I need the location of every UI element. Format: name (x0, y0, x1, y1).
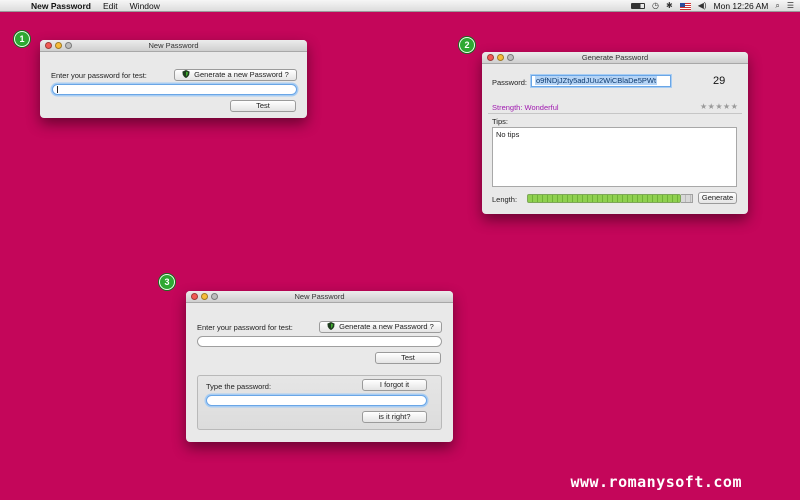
notification-list-icon[interactable]: ☰ (787, 2, 794, 10)
bluetooth-icon[interactable]: ✱ (666, 2, 673, 10)
strength-text: Strength: Wonderful (492, 103, 559, 112)
minimize-icon[interactable] (55, 42, 62, 49)
window-titlebar[interactable]: New Password (186, 291, 453, 303)
length-label: Length: (492, 195, 518, 204)
tips-text-area[interactable]: No tips (492, 127, 737, 187)
window-title: New Password (148, 41, 199, 50)
generate-password-label: Generate a new Password ? (339, 322, 434, 331)
window-new-password-1: New Password Enter your password for tes… (40, 40, 307, 118)
close-icon[interactable] (487, 54, 494, 61)
window-controls (45, 42, 72, 49)
test-button[interactable]: Test (230, 100, 296, 112)
password-label: Password: (492, 78, 528, 87)
time-machine-icon[interactable]: ◷ (652, 2, 659, 10)
watermark-url: www.romanysoft.com (570, 473, 742, 491)
zoom-icon[interactable] (507, 54, 514, 61)
window-title: New Password (294, 292, 345, 301)
length-slider[interactable] (527, 194, 681, 203)
minimize-icon[interactable] (201, 293, 208, 300)
window-title: Generate Password (581, 53, 649, 62)
step-badge-2: 2 (459, 37, 475, 53)
window-generate-password: Generate Password Password: o9fNDjJZty5a… (482, 52, 748, 214)
text-caret (57, 86, 58, 93)
close-icon[interactable] (191, 293, 198, 300)
step-badge-1: 1 (14, 31, 30, 47)
tips-text: No tips (496, 130, 520, 139)
volume-icon[interactable]: ◀) (698, 2, 707, 10)
input-source-flag-icon[interactable] (679, 2, 691, 10)
password-prompt-label: Enter your password for test: (197, 323, 293, 332)
password-length-count: 29 (713, 75, 726, 87)
strength-stars: ★★★★★ (700, 102, 739, 111)
tips-label: Tips: (492, 117, 508, 126)
shield-icon (182, 70, 190, 78)
minimize-icon[interactable] (497, 54, 504, 61)
window-controls (487, 54, 514, 61)
generated-password-text: o9fNDjJZty5adJUu2WiCBlaDe5PWt (535, 76, 658, 85)
verify-password-input[interactable] (206, 395, 427, 406)
generate-password-button[interactable]: Generate a new Password ? (174, 69, 297, 81)
length-slider-track[interactable] (681, 194, 693, 203)
menu-edit[interactable]: Edit (103, 0, 118, 12)
password-test-input[interactable] (52, 84, 297, 95)
generate-button[interactable]: Generate (698, 192, 737, 204)
step-badge-3: 3 (159, 274, 175, 290)
close-icon[interactable] (45, 42, 52, 49)
zoom-icon[interactable] (211, 293, 218, 300)
window-controls (191, 293, 218, 300)
divider (488, 113, 742, 114)
spotlight-search-icon[interactable]: ⌕ (775, 2, 779, 10)
generate-password-button[interactable]: Generate a new Password ? (319, 321, 442, 333)
menu-extras: ◷ ✱ ◀) Mon 12:26 AM ⌕ ☰ (631, 0, 794, 12)
generate-password-label: Generate a new Password ? (194, 70, 289, 79)
test-button[interactable]: Test (375, 352, 441, 364)
type-password-label: Type the password: (206, 382, 272, 391)
shield-icon (327, 322, 335, 330)
password-prompt-label: Enter your password for test: (51, 71, 147, 80)
window-titlebar[interactable]: New Password (40, 40, 307, 52)
menu-app-name[interactable]: New Password (31, 0, 91, 12)
menu-clock[interactable]: Mon 12:26 AM (714, 1, 769, 11)
check-password-button[interactable]: is it right? (362, 411, 427, 423)
generated-password-field[interactable]: o9fNDjJZty5adJUu2WiCBlaDe5PWt (531, 75, 671, 87)
forgot-button[interactable]: I forgot it (362, 379, 427, 391)
battery-icon[interactable] (631, 3, 646, 9)
zoom-icon[interactable] (65, 42, 72, 49)
menu-bar: New Password Edit Window ◷ ✱ ◀) Mon 12:2… (0, 0, 800, 12)
menu-window[interactable]: Window (130, 0, 160, 12)
window-new-password-3: New Password Enter your password for tes… (186, 291, 453, 442)
password-test-input[interactable] (197, 336, 442, 347)
window-titlebar[interactable]: Generate Password (482, 52, 748, 64)
